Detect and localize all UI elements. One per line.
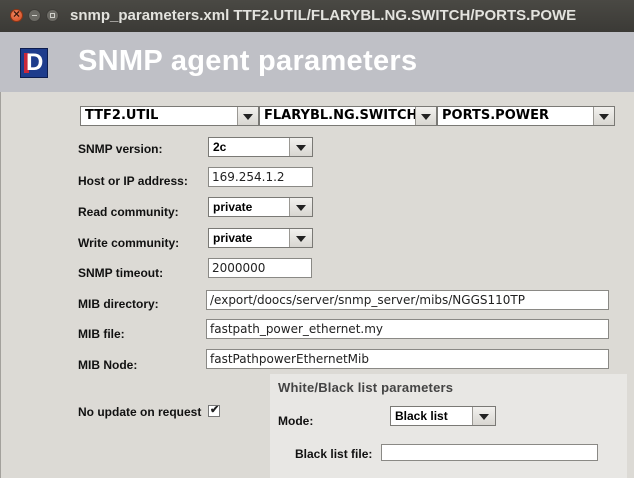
checkmark-icon: ✔ bbox=[210, 404, 220, 416]
logo-letter: D bbox=[26, 49, 44, 76]
chevron-down-icon[interactable] bbox=[289, 138, 312, 156]
mode-select-value: Black list bbox=[395, 409, 448, 423]
timeout-label: SNMP timeout: bbox=[78, 266, 164, 280]
snmp-version-select[interactable]: 2c bbox=[208, 137, 313, 157]
chevron-down-icon[interactable] bbox=[237, 107, 258, 125]
read-community-value: private bbox=[213, 200, 253, 214]
chevron-down-icon[interactable] bbox=[289, 198, 312, 216]
window-close-button[interactable] bbox=[10, 7, 23, 22]
write-community-label: Write community: bbox=[78, 236, 180, 250]
timeout-input[interactable]: 2000000 bbox=[208, 258, 312, 278]
snmp-version-value: 2c bbox=[213, 140, 227, 154]
read-community-label: Read community: bbox=[78, 205, 179, 219]
window-maximize-button[interactable] bbox=[46, 9, 59, 22]
whitelist-panel-title: White/Black list parameters bbox=[278, 380, 454, 395]
black-list-file-input[interactable] bbox=[381, 444, 598, 461]
mib-file-input[interactable]: fastpath_power_ethernet.my bbox=[206, 319, 609, 339]
device-select-value: FLARYBL.NG.SWITCH bbox=[264, 108, 418, 123]
window-minimize-button[interactable] bbox=[28, 9, 41, 22]
mode-label: Mode: bbox=[278, 414, 314, 428]
chevron-down-icon[interactable] bbox=[289, 229, 312, 247]
mib-directory-label: MIB directory: bbox=[78, 297, 159, 311]
no-update-label: No update on request bbox=[78, 405, 202, 419]
black-list-file-label: Black list file: bbox=[295, 447, 373, 461]
mib-node-input[interactable]: fastPathpowerEthernetMib bbox=[206, 349, 609, 369]
read-community-select[interactable]: private bbox=[208, 197, 313, 217]
snmp-version-label: SNMP version: bbox=[78, 142, 163, 156]
window-title: snmp_parameters.xml TTF2.UTIL/FLARYBL.NG… bbox=[70, 7, 577, 24]
chevron-down-icon[interactable] bbox=[593, 107, 614, 125]
app-title: SNMP agent parameters bbox=[78, 45, 418, 77]
mib-directory-input[interactable]: /export/doocs/server/snmp_server/mibs/NG… bbox=[206, 290, 609, 310]
host-label: Host or IP address: bbox=[78, 174, 188, 188]
doocs-logo-icon: D bbox=[20, 48, 48, 78]
write-community-select[interactable]: private bbox=[208, 228, 313, 248]
window-titlebar: snmp_parameters.xml TTF2.UTIL/FLARYBL.NG… bbox=[0, 0, 634, 32]
write-community-value: private bbox=[213, 231, 253, 245]
location-select-value: PORTS.POWER bbox=[442, 108, 549, 123]
host-input[interactable]: 169.254.1.2 bbox=[208, 167, 313, 187]
no-update-checkbox[interactable]: ✔ bbox=[208, 404, 220, 417]
facility-select-value: TTF2.UTIL bbox=[85, 108, 159, 123]
mode-select[interactable]: Black list bbox=[390, 406, 496, 426]
chevron-down-icon[interactable] bbox=[472, 407, 495, 425]
location-select[interactable]: PORTS.POWER bbox=[437, 106, 615, 126]
chevron-down-icon[interactable] bbox=[415, 107, 436, 125]
mib-file-label: MIB file: bbox=[78, 327, 125, 341]
device-select[interactable]: FLARYBL.NG.SWITCH bbox=[259, 106, 437, 126]
facility-select[interactable]: TTF2.UTIL bbox=[80, 106, 259, 126]
mib-node-label: MIB Node: bbox=[78, 358, 138, 372]
